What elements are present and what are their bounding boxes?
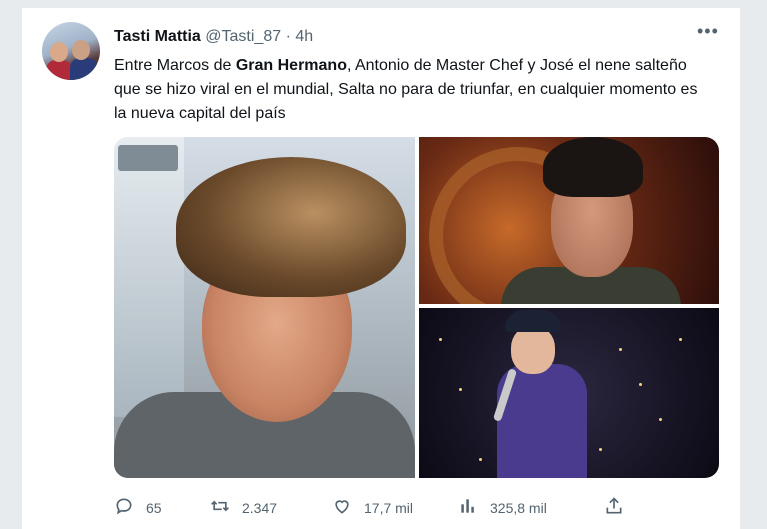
share-button[interactable] <box>604 496 624 519</box>
views-button[interactable]: 325,8 mil <box>458 496 547 519</box>
avatar[interactable] <box>42 22 100 80</box>
media-photo-top-right[interactable] <box>419 137 719 304</box>
tweet-text-start: Entre Marcos de <box>114 57 236 74</box>
like-count: 17,7 mil <box>364 499 414 516</box>
retweet-button[interactable]: 2.347 <box>210 496 277 519</box>
views-count: 325,8 mil <box>490 499 547 516</box>
author-handle[interactable]: @Tasti_87 <box>205 28 281 45</box>
tweet-text-bold: Gran Hermano <box>235 57 347 74</box>
tweet-header: Tasti Mattia @Tasti_87 · 4h <box>114 28 313 46</box>
share-icon <box>604 496 624 519</box>
author-name[interactable]: Tasti Mattia <box>114 28 201 45</box>
tweet-timestamp[interactable]: 4h <box>295 28 313 45</box>
media-grid <box>114 137 719 478</box>
reply-button[interactable]: 65 <box>114 496 162 519</box>
reply-icon <box>114 496 134 519</box>
retweet-icon <box>210 496 230 519</box>
separator-dot: · <box>285 28 291 45</box>
reply-count: 65 <box>146 499 162 516</box>
media-photo-bottom-right[interactable] <box>419 308 719 478</box>
tweet-actions: 65 2.347 17,7 mil 325,8 mil <box>114 496 714 518</box>
heart-icon <box>332 496 352 519</box>
media-photo-left[interactable] <box>114 137 415 478</box>
retweet-count: 2.347 <box>242 499 278 516</box>
more-horizontal-icon[interactable]: ••• <box>697 22 719 40</box>
like-button[interactable]: 17,7 mil <box>332 496 413 519</box>
analytics-icon <box>458 496 478 519</box>
tweet-text: Entre Marcos de Gran Hermano, Antonio de… <box>114 54 714 126</box>
